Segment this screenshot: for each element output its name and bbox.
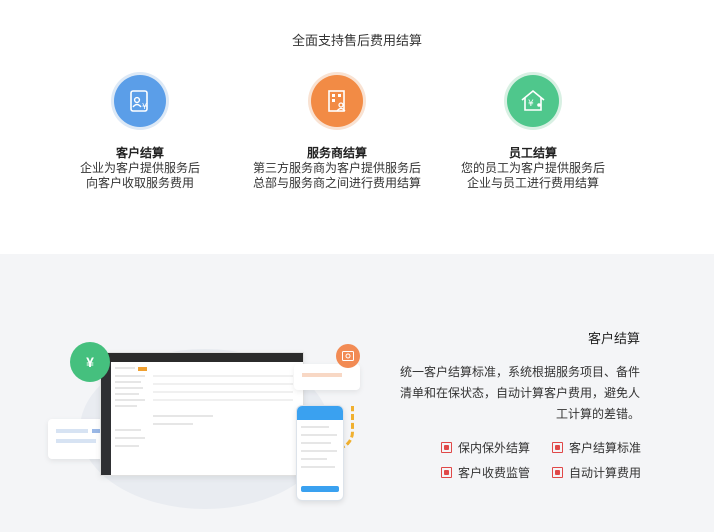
card-title: 员工结算 — [508, 146, 557, 160]
card-title: 服务商结算 — [306, 146, 367, 160]
desc-line: 统一客户结算标准，系统根据服务项目、备件 — [399, 365, 640, 379]
icon-ring — [308, 72, 366, 130]
icon-ring: ¥ — [111, 72, 169, 130]
feature-icon — [441, 442, 452, 453]
feature-label: 客户结算标准 — [569, 441, 642, 455]
payment-card-icon — [336, 344, 360, 368]
card-title: 客户结算 — [115, 146, 164, 160]
mobile-phone-mockup — [296, 405, 344, 501]
icon-ring: ¥ — [504, 72, 562, 130]
feature-settlement-standard: 客户结算标准 — [552, 439, 641, 456]
feature-icon — [441, 467, 452, 478]
feature-icon — [552, 442, 563, 453]
card-desc-line2: 总部与服务商之间进行费用结算 — [252, 176, 421, 190]
card-provider-settlement: 服务商结算 第三方服务商为客户提供服务后 总部与服务商之间进行费用结算 — [237, 72, 437, 191]
card-desc-line1: 您的员工为客户提供服务后 — [460, 161, 605, 175]
card-employee-settlement: ¥ 员工结算 您的员工为客户提供服务后 企业与员工进行费用结算 — [433, 72, 633, 191]
section-title: 全面支持售后费用结算 — [291, 33, 422, 48]
settlement-types-section: 全面支持售后费用结算 ¥ 客户结算 企业为客户提供服务后 向客户收取服务费用 服… — [0, 0, 714, 254]
card-desc-line1: 企业为客户提供服务后 — [79, 161, 200, 175]
customer-settlement-detail-section: ¥ 客户结算 统一客户结算标准，系统根据服务项目、备件 清单和在保状态，自动计算… — [0, 254, 714, 532]
desc-line: 工计算的差错。 — [555, 407, 640, 421]
floating-card — [294, 364, 360, 390]
svg-text:¥: ¥ — [528, 99, 534, 109]
feature-icon — [552, 467, 563, 478]
card-desc-line2: 向客户收取服务费用 — [85, 176, 194, 190]
employee-settlement-icon: ¥ — [507, 75, 559, 127]
desktop-window-mockup — [100, 352, 304, 476]
feature-label: 客户收费监管 — [458, 466, 531, 480]
feature-label: 自动计算费用 — [569, 466, 642, 480]
feature-in-out-warranty: 保内保外结算 — [441, 439, 530, 456]
feature-charge-monitoring: 客户收费监管 — [441, 464, 530, 481]
yuan-badge-icon: ¥ — [70, 342, 110, 382]
card-customer-settlement: ¥ 客户结算 企业为客户提供服务后 向客户收取服务费用 — [40, 72, 240, 191]
provider-settlement-icon — [311, 75, 363, 127]
settlement-illustration: ¥ — [40, 314, 380, 524]
detail-title: 客户结算 — [587, 331, 640, 346]
customer-settlement-icon: ¥ — [114, 75, 166, 127]
feature-label: 保内保外结算 — [458, 441, 531, 455]
card-desc-line1: 第三方服务商为客户提供服务后 — [252, 161, 421, 175]
desc-line: 清单和在保状态，自动计算客户费用，避免人 — [399, 386, 640, 400]
svg-text:¥: ¥ — [142, 102, 147, 111]
card-desc-line2: 企业与员工进行费用结算 — [466, 176, 599, 190]
feature-auto-calculation: 自动计算费用 — [552, 464, 641, 481]
detail-description: 统一客户结算标准，系统根据服务项目、备件 清单和在保状态，自动计算客户费用，避免… — [390, 362, 640, 425]
